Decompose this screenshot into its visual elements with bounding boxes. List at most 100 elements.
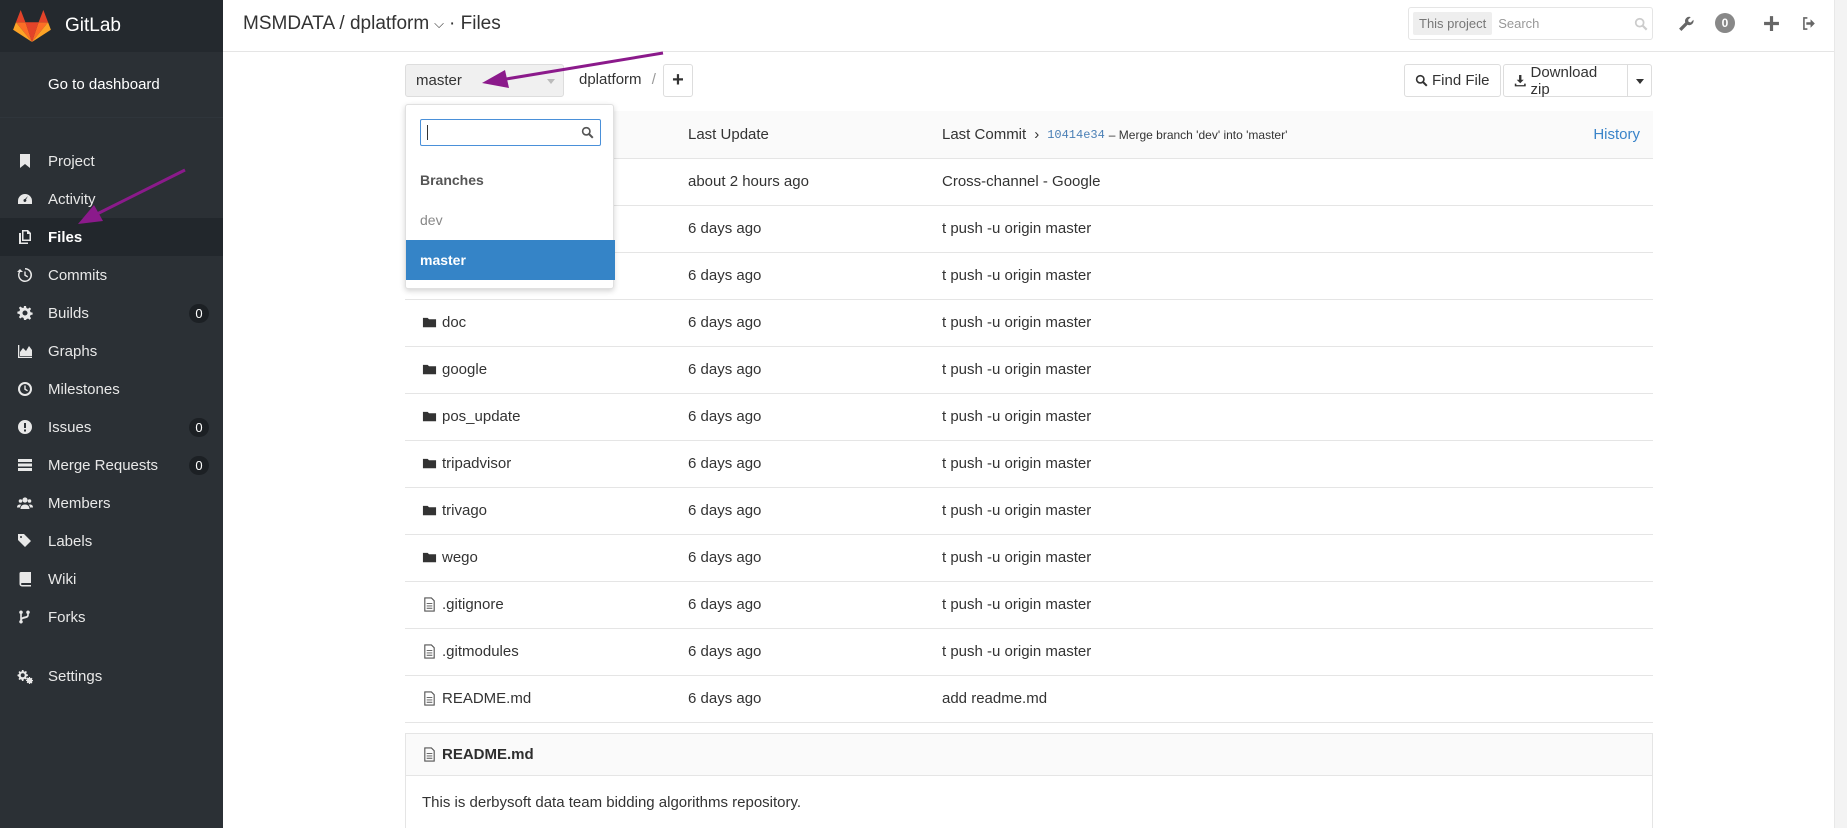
sidebar-item-files[interactable]: Files [0,218,223,256]
file-name-cell[interactable]: wego [422,549,478,566]
sidebar-item-wiki[interactable]: Wiki [0,560,223,598]
sidebar-item-members[interactable]: Members [0,484,223,522]
last-update-cell: 6 days ago [688,502,762,519]
sidebar-item-forks[interactable]: Forks [0,598,223,636]
sidebar-item-milestones[interactable]: Milestones [0,370,223,408]
page-title: · Files [449,13,501,34]
last-commit-cell[interactable]: t push -u origin master [942,361,1091,378]
search-icon [1634,17,1648,30]
gitlab-logo [13,9,51,43]
chevron-right-icon: › [1034,126,1040,143]
last-commit-cell[interactable]: t push -u origin master [942,502,1091,519]
tasks-icon [16,457,33,474]
sidebar-item-issues[interactable]: Issues 0 [0,408,223,446]
last-commit-cell[interactable]: t push -u origin master [942,408,1091,425]
last-update-cell: 6 days ago [688,220,762,237]
readme-title[interactable]: README.md [442,746,534,763]
last-update-cell: 6 days ago [688,455,762,472]
folder-icon [422,362,442,377]
last-commit-cell[interactable]: t push -u origin master [942,314,1091,331]
file-name[interactable]: google [442,361,487,378]
branch-select-value: master [416,72,462,89]
add-file-button[interactable]: + [663,64,693,97]
last-commit-cell[interactable]: t push -u origin master [942,596,1091,613]
repo-root-link[interactable]: dplatform [579,71,642,88]
breadcrumb: MSMDATA / dplatform ⌵ · Files [243,13,501,35]
todo-count-badge[interactable]: 0 [1715,13,1735,33]
file-name-cell[interactable]: pos_update [422,408,520,425]
download-zip-button[interactable]: Download zip [1503,64,1628,98]
wrench-icon[interactable] [1676,13,1696,33]
sidebar-item-label: Merge Requests [48,456,159,474]
history-icon [16,267,33,284]
last-commit-cell[interactable]: add readme.md [942,690,1047,707]
sidebar-item-settings[interactable]: Settings [0,657,223,695]
search-scope-pill[interactable]: This project [1413,12,1493,35]
readme-panel: README.md This is derbysoft data team bi… [405,733,1653,828]
merge-requests-count-badge: 0 [189,456,209,475]
file-name[interactable]: doc [442,314,466,331]
sign-out-icon[interactable] [1799,13,1819,33]
branch-option-dev[interactable]: dev [406,200,615,240]
page-scrollbar[interactable] [1834,0,1847,828]
last-update-cell: about 2 hours ago [688,173,809,190]
last-commit-cell[interactable]: t push -u origin master [942,220,1091,237]
sidebar-item-graphs[interactable]: Graphs [0,332,223,370]
download-options-toggle[interactable] [1627,64,1652,97]
brand[interactable]: GitLab [0,0,223,52]
plus-icon[interactable] [1761,13,1781,33]
commit-sha-link[interactable]: 10414e34 [1047,128,1105,142]
sidebar-item-merge-requests[interactable]: Merge Requests 0 [0,446,223,484]
project-breadcrumb-link[interactable]: MSMDATA / dplatform [243,13,429,35]
file-name-cell[interactable]: tripadvisor [422,455,511,472]
path-separator: / [651,71,656,88]
branch-select[interactable]: master [405,64,564,97]
last-update-cell: 6 days ago [688,549,762,566]
text-cursor [427,125,428,140]
file-name[interactable]: README.md [442,690,531,707]
folder-icon [422,409,442,424]
history-link[interactable]: History [1593,126,1640,143]
branch-search-input[interactable] [420,119,601,146]
file-name-cell[interactable]: .gitignore [422,596,504,613]
last-update-cell: 6 days ago [688,643,762,660]
sidebar-item-label: Labels [48,532,93,550]
search-icon [581,126,594,139]
file-name-cell[interactable]: .gitmodules [422,643,519,660]
file-name-cell[interactable]: google [422,361,487,378]
sidebar-item-commits[interactable]: Commits [0,256,223,294]
table-row: README.md 6 days ago add readme.md [405,676,1653,723]
sidebar-item-activity[interactable]: Activity [0,180,223,218]
last-commit-cell[interactable]: t push -u origin master [942,643,1091,660]
last-commit-cell[interactable]: t push -u origin master [942,455,1091,472]
last-update-cell: 6 days ago [688,267,762,284]
last-commit-cell[interactable]: Cross-channel - Google [942,173,1100,190]
file-name-cell[interactable]: trivago [422,502,487,519]
table-row: .gitignore 6 days ago t push -u origin mas… [405,582,1653,629]
table-row: wego 6 days ago t push -u origin master [405,535,1653,582]
file-name[interactable]: trivago [442,502,487,519]
file-name[interactable]: tripadvisor [442,455,511,472]
file-name[interactable]: .gitignore [442,596,504,613]
last-commit-cell[interactable]: t push -u origin master [942,549,1091,566]
sidebar-item-labels[interactable]: Labels [0,522,223,560]
file-name-cell[interactable]: README.md [422,690,531,707]
chevron-down-icon[interactable]: ⌵ [434,16,444,32]
last-update-cell: 6 days ago [688,361,762,378]
file-name-cell[interactable]: doc [422,314,466,331]
search-box[interactable]: This project Search [1408,7,1653,40]
search-input[interactable]: Search [1498,16,1634,31]
find-file-label: Find File [1432,72,1490,89]
find-file-button[interactable]: Find File [1404,64,1501,97]
sidebar-item-label: Issues [48,418,92,436]
go-to-dashboard-link[interactable]: Go to dashboard [0,52,223,118]
sidebar-item-project[interactable]: Project [0,142,223,180]
file-name[interactable]: pos_update [442,408,520,425]
sidebar-item-builds[interactable]: Builds 0 [0,294,223,332]
file-name[interactable]: .gitmodules [442,643,519,660]
last-commit-cell[interactable]: t push -u origin master [942,267,1091,284]
branch-option-master[interactable]: master [406,240,615,280]
file-name[interactable]: wego [442,549,478,566]
sidebar-item-label: Builds [48,304,89,322]
sidebar-item-label: Settings [48,667,103,685]
